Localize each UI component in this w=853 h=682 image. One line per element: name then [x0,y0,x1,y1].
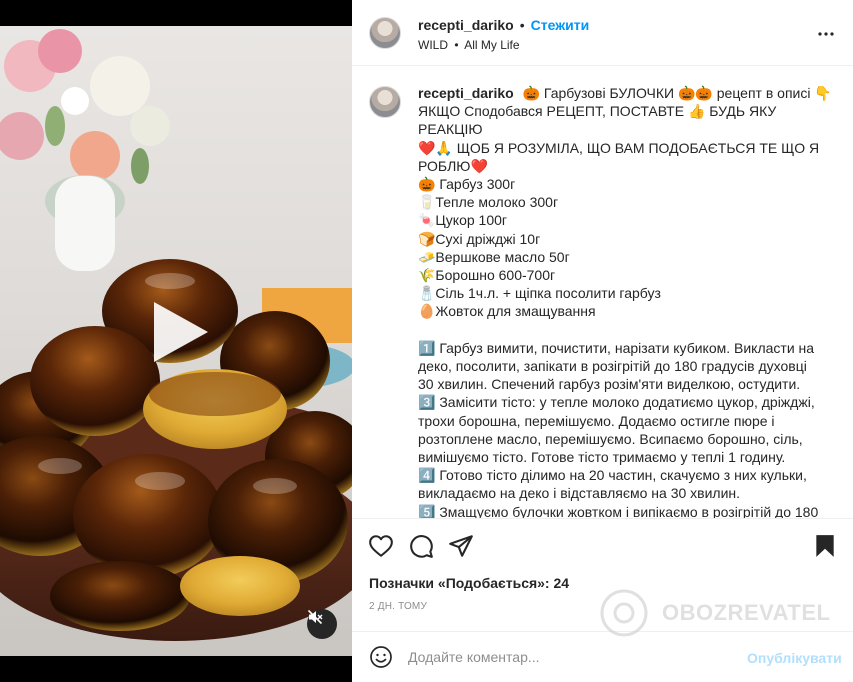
caption-line: 🍞Сухі дріжджі 10г [418,230,541,247]
caption-line: деко, посолити, запікати в розігрітій до… [418,358,807,375]
post-timestamp[interactable]: 2 ДН. ТОМУ [369,601,427,612]
caption-line: 🎃 Гарбуз 300г [418,176,516,193]
caption-line: 30 хвилин. Спечений гарбуз розім'яти вид… [418,376,801,393]
audio-artist[interactable]: WILD [418,38,448,52]
comment-icon[interactable] [408,533,434,559]
watermark-logo [600,589,648,637]
author-username[interactable]: recepti_dariko [418,17,514,33]
likes-number: 24 [553,575,570,591]
paper-plane-icon[interactable] [448,533,474,559]
audio-attribution[interactable]: WILD • All My Life [418,38,520,52]
comment-bar: Опублікувати [352,631,853,682]
caption-line: трохи борошна, перемішуємо. Додаємо ости… [418,412,775,429]
caption-avatar[interactable] [369,86,401,118]
caption-line: 5️⃣ Змащуємо булочки жовтком і випікаємо… [418,503,819,519]
post-caption: recepti_dariko 🎃 Гарбузові БУЛОЧКИ 🎃🎃 ре… [418,84,836,519]
speaker-muted-icon[interactable] [307,609,337,639]
emoji-icon[interactable] [369,645,393,669]
heart-icon[interactable] [368,533,394,559]
caption-line: 🍬Цукор 100г [418,212,507,229]
likes-count[interactable]: Позначки «Подобається»: 24 [369,575,569,591]
bookmark-icon[interactable] [812,533,838,559]
caption-line: 🎃 Гарбузові БУЛОЧКИ 🎃🎃 рецепт в описі 👇 [522,85,832,101]
caption-username[interactable]: recepti_dariko [418,85,514,101]
follow-button[interactable]: Стежити [531,17,590,33]
caption-line: 🌾Борошно 600-700г [418,267,556,284]
post-header: recepti_dariko • Стежити WILD • All My Lif… [352,0,853,66]
caption-line: розтоплене масло, перемішуємо. Всипаємо … [418,430,803,447]
watermark-text: OBOZREVATEL [662,600,831,625]
action-bar [352,519,853,571]
audio-track[interactable]: All My Life [464,38,519,52]
audio-separator: • [454,38,459,52]
caption-line: 🥚Жовток для змащування [418,303,596,320]
caption-line: 4️⃣ Готово тісто ділимо на 20 частин, ск… [418,467,807,484]
more-options-icon[interactable] [816,24,836,44]
publish-button[interactable]: Опублікувати [747,650,842,666]
likes-label: Позначки «Подобається»: [369,575,550,591]
caption-line: 🧂Сіль 1ч.л. + щіпка посолити гарбуз [418,285,661,302]
author-line: recepti_dariko • Стежити [418,17,589,33]
caption-line: 🥛Тепле молоко 300г [418,194,559,211]
caption-line: 1️⃣ Гарбуз вимити, почистити, нарізати к… [418,339,815,356]
comment-input[interactable] [408,645,738,669]
caption-section: recepti_dariko 🎃 Гарбузові БУЛОЧКИ 🎃🎃 ре… [352,66,853,519]
caption-line: вимішуємо тісто. Готове тісто тримаємо у… [418,449,786,466]
post-details: recepti_dariko • Стежити WILD • All My Lif… [352,0,853,682]
play-icon[interactable] [148,300,212,364]
caption-line: ЯКЩО Сподобався РЕЦЕПТ, ПОСТАВТЕ 👍 БУДЬ … [418,103,777,138]
caption-line: 3️⃣ Замісити тісто: у тепле молоко додат… [418,394,815,411]
avatar[interactable] [369,17,401,49]
caption-line: викладаємо на деко і відставляємо на 30 … [418,485,741,502]
caption-line: РОБЛЮ❤️ [418,157,488,174]
caption-line: 🧈Вершкове масло 50г [418,248,570,265]
separator-dot: • [519,17,525,33]
watermark: OBOZREVATEL [598,588,830,638]
post-media[interactable] [0,0,352,682]
caption-line: ❤️🙏 ЩОБ Я РОЗУМІЛА, ЩО ВАМ ПОДОБАЄТЬСЯ Т… [418,139,820,156]
instagram-post: recepti_dariko • Стежити WILD • All My Lif… [0,0,853,682]
